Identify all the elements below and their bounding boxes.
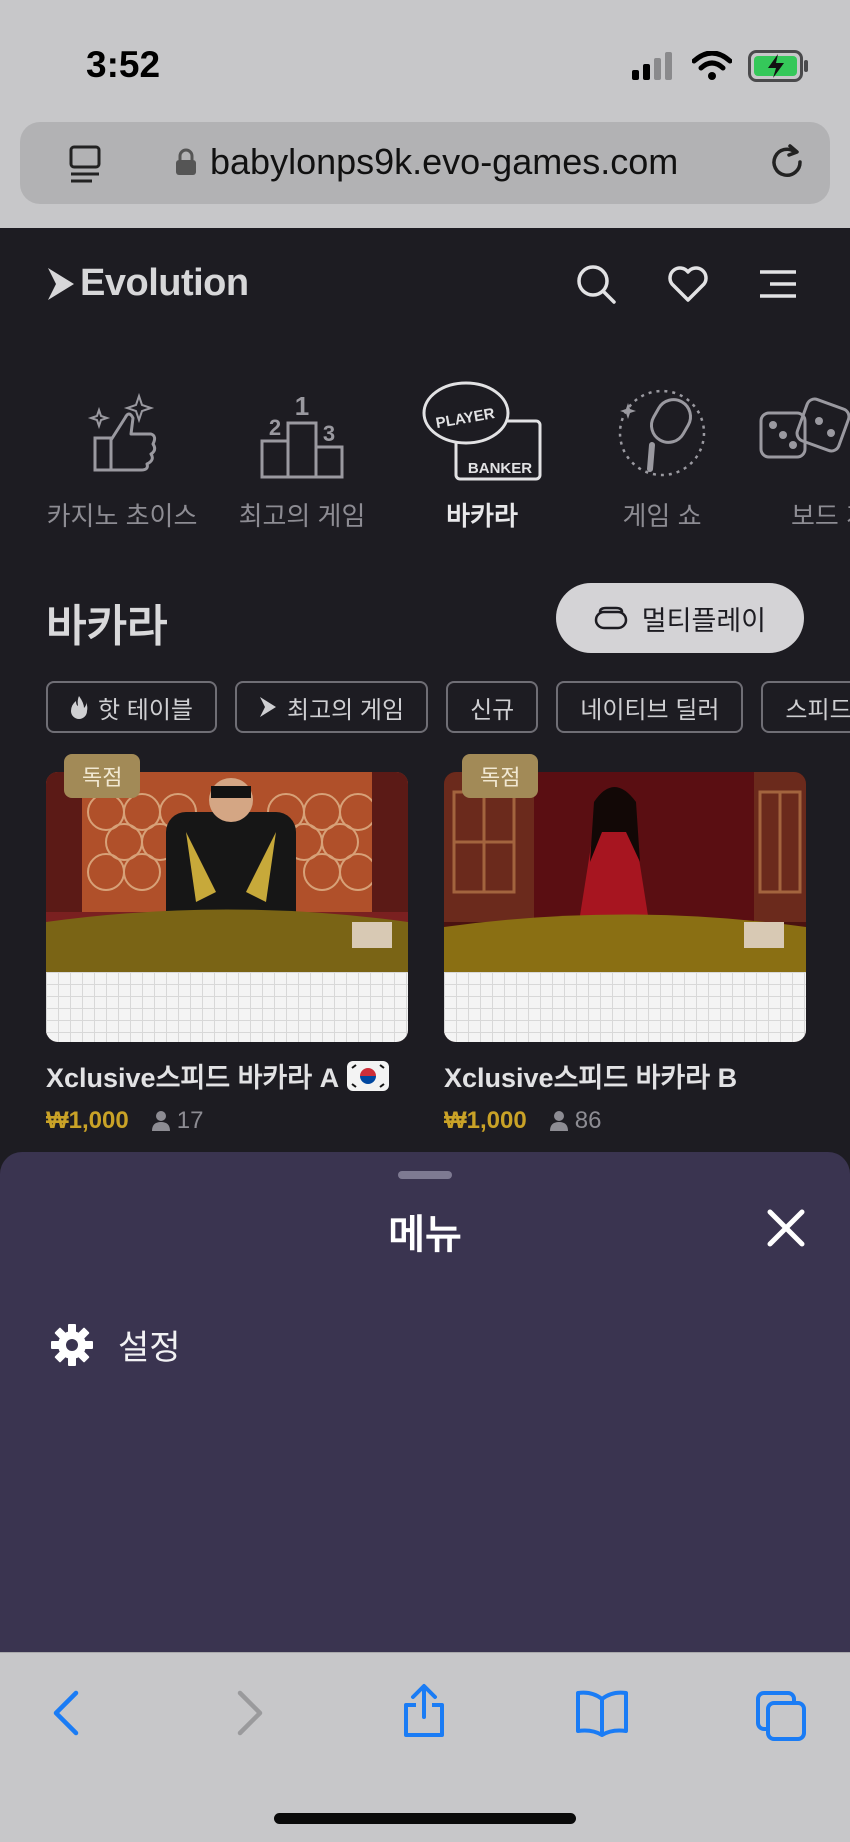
address-bar[interactable]: babylonps9k.evo-games.com xyxy=(20,122,830,204)
dealer-video-thumbnail xyxy=(444,772,806,972)
close-icon[interactable] xyxy=(766,1208,806,1248)
user-icon xyxy=(549,1111,568,1131)
podium-number-3: 3 xyxy=(323,421,335,446)
player-count-value: 17 xyxy=(176,1107,204,1134)
game-card[interactable]: 독점 Xclusive스피드 바카라 A ₩1,000 17 xyxy=(46,754,408,1135)
min-bet: ₩1,000 xyxy=(46,1107,129,1134)
menu-item-label: 설정 xyxy=(118,1329,181,1367)
podium-icon: 1 2 3 xyxy=(260,391,344,479)
evolution-logo-mark-icon xyxy=(48,267,74,300)
multiplay-icon xyxy=(594,606,628,630)
game-meta: ₩1,000 17 xyxy=(46,1107,408,1135)
category-casino-choice[interactable]: 카지노 초이스 xyxy=(37,378,207,533)
tabs-icon[interactable] xyxy=(754,1689,808,1741)
banker-icon-text: BANKER xyxy=(468,460,532,477)
filter-speed[interactable]: 스피드 xyxy=(761,681,850,733)
chip-label: 최고의 게임 xyxy=(287,696,405,724)
game-meta: ₩1,000 86 xyxy=(444,1107,806,1135)
game-thumbnail[interactable] xyxy=(46,772,408,1042)
chip-label: 핫 테이블 xyxy=(98,696,193,724)
chip-label: 신규 xyxy=(470,696,515,724)
section-title: 바카라 xyxy=(46,602,168,651)
podium-number-1: 1 xyxy=(295,391,309,421)
category-label: 게임 쇼 xyxy=(622,501,702,531)
thumbs-up-sparkle-icon xyxy=(87,392,157,472)
category-label: 최고의 게임 xyxy=(238,501,366,531)
evolution-mark-icon xyxy=(260,697,276,717)
share-icon[interactable] xyxy=(400,1683,448,1739)
game-card[interactable]: 독점 Xclusive스피드 바카라 B ₩1,000 86 xyxy=(444,754,806,1135)
category-carousel[interactable]: 카지노 초이스 1 2 3 최고의 게임 PLAYER BANKER 바카라 게… xyxy=(0,378,850,558)
game-title: Xclusive스피드 바카라 A xyxy=(46,1056,408,1095)
game-thumbnail[interactable] xyxy=(444,772,806,1042)
back-chevron-icon[interactable] xyxy=(50,1689,82,1737)
podium-number-2: 2 xyxy=(269,415,281,440)
reload-icon[interactable] xyxy=(766,140,810,184)
lock-icon xyxy=(176,148,196,175)
menu-item-settings[interactable]: 설정 xyxy=(50,1320,181,1369)
game-title-text: Xclusive스피드 바카라 B xyxy=(444,1063,738,1093)
url-text[interactable]: babylonps9k.evo-games.com xyxy=(210,141,678,183)
user-icon xyxy=(151,1111,170,1131)
filter-top-games[interactable]: 최고의 게임 xyxy=(235,681,429,733)
status-icons xyxy=(632,50,810,82)
flame-icon xyxy=(71,696,88,719)
category-label: 바카라 xyxy=(446,501,518,531)
bead-road-board xyxy=(46,972,408,1042)
category-top-games[interactable]: 1 2 3 최고의 게임 xyxy=(217,378,387,533)
category-baccarat[interactable]: PLAYER BANKER 바카라 xyxy=(397,378,567,533)
battery-charging-icon xyxy=(748,50,808,82)
search-icon[interactable] xyxy=(574,262,618,306)
forward-chevron-icon[interactable] xyxy=(234,1689,266,1737)
filter-new[interactable]: 신규 xyxy=(446,681,539,733)
bead-road-board xyxy=(444,972,806,1042)
filter-hot-tables[interactable]: 핫 테이블 xyxy=(46,681,217,733)
player-count: 17 xyxy=(151,1107,204,1135)
dice-icon xyxy=(759,397,850,459)
menu-title: 메뉴 xyxy=(388,1213,462,1257)
browser-toolbar: babylonps9k.evo-games.com xyxy=(0,100,850,229)
menu-sheet: 메뉴 설정 xyxy=(0,1152,850,1652)
category-label: 보드 게 xyxy=(791,501,850,531)
chip-label: 네이티브 딜러 xyxy=(580,696,720,724)
chip-label: 스피드 xyxy=(785,696,850,724)
player-count: 86 xyxy=(549,1107,602,1135)
microphone-icon xyxy=(618,389,706,477)
filter-chips: 핫 테이블 최고의 게임 신규 네이티브 딜러 스피드 xyxy=(46,681,850,733)
game-title-text: Xclusive스피드 바카라 A xyxy=(46,1063,340,1093)
player-banker-icon: PLAYER BANKER xyxy=(422,381,542,481)
game-title: Xclusive스피드 바카라 B xyxy=(444,1056,806,1095)
bookmarks-icon[interactable] xyxy=(574,1689,630,1737)
hamburger-menu-icon[interactable] xyxy=(758,262,798,306)
category-game-shows[interactable]: 게임 쇼 xyxy=(577,378,747,533)
wifi-icon xyxy=(692,51,732,80)
exclusive-badge: 독점 xyxy=(462,754,539,798)
korea-flag-icon xyxy=(347,1060,390,1091)
reader-view-icon[interactable] xyxy=(68,144,104,184)
sheet-drag-handle[interactable] xyxy=(398,1171,452,1179)
category-label: 카지노 초이스 xyxy=(46,501,198,531)
multiplay-label: 멀티플레이 xyxy=(641,605,766,636)
evolution-logo[interactable]: Evolution xyxy=(46,262,249,305)
dealer-video-thumbnail xyxy=(46,772,408,972)
filter-native-dealer[interactable]: 네이티브 딜러 xyxy=(556,681,744,733)
cellular-signal-icon xyxy=(632,52,672,80)
gear-icon xyxy=(51,1323,93,1366)
exclusive-badge: 독점 xyxy=(64,754,141,798)
logo-text: Evolution xyxy=(80,262,249,304)
favorite-heart-icon[interactable] xyxy=(666,262,710,306)
multiplay-button[interactable]: 멀티플레이 xyxy=(555,583,804,653)
home-indicator[interactable] xyxy=(274,1813,576,1824)
min-bet: ₩1,000 xyxy=(444,1107,527,1134)
player-count-value: 86 xyxy=(574,1107,602,1134)
clock: 3:52 xyxy=(86,44,161,85)
category-board-games[interactable]: 보드 게 xyxy=(757,378,850,533)
